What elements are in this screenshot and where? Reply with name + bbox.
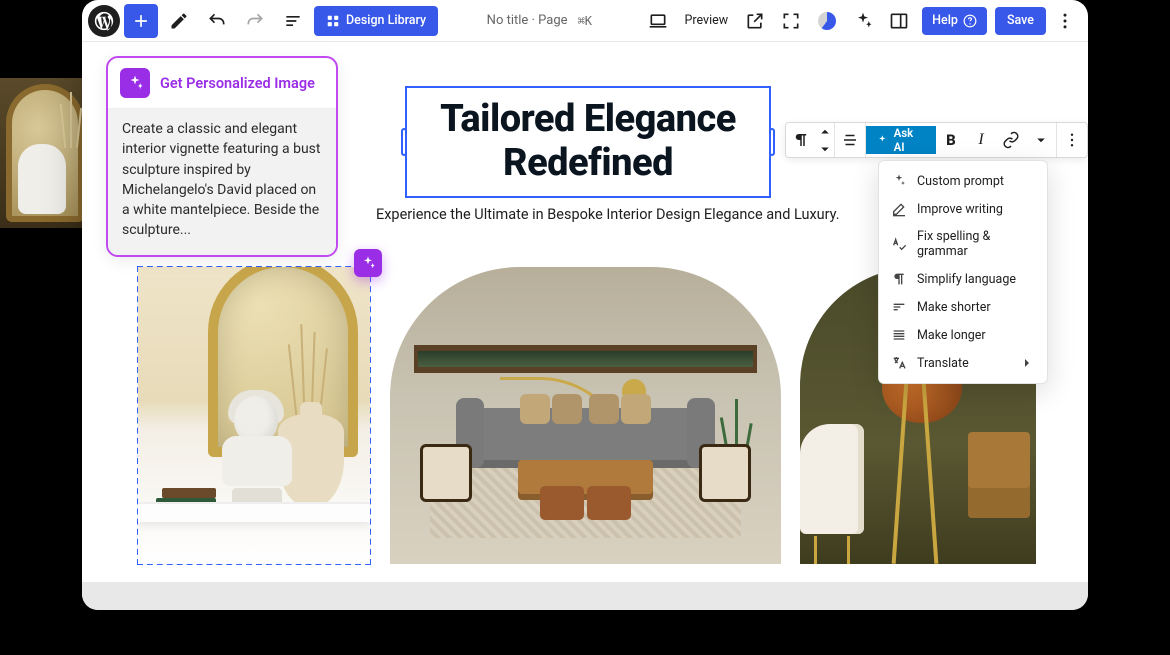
sparkle-icon <box>891 173 907 189</box>
image-block-1[interactable] <box>138 267 370 564</box>
link-button[interactable] <box>996 123 1026 157</box>
personalized-image-popover: Get Personalized Image Create a classic … <box>106 56 338 257</box>
topbar: Design Library No title · Page ⌘K Previe… <box>82 0 1088 42</box>
command-shortcut: ⌘K <box>578 14 592 28</box>
editor-canvas: Tailored Elegance Redefined Experience t… <box>82 42 1088 582</box>
popover-sparkle-icon <box>120 68 150 98</box>
sparkle-icon <box>126 74 144 92</box>
preview-button[interactable]: Preview <box>677 6 737 36</box>
resize-handle-left[interactable] <box>401 128 407 156</box>
ai-item-translate[interactable]: Translate <box>879 349 1047 377</box>
ai-item-custom-prompt[interactable]: Custom prompt <box>879 167 1047 195</box>
align-button[interactable] <box>835 123 865 157</box>
document-title: No title · Page <box>487 13 568 28</box>
redo-button[interactable] <box>238 4 272 38</box>
editor-footer <box>82 582 1088 610</box>
block-type-button[interactable] <box>786 123 816 157</box>
external-link-icon <box>745 11 765 31</box>
save-button[interactable]: Save <box>995 7 1046 35</box>
block-toolbar: Ask AI B I <box>785 122 1088 158</box>
sidebar-toggle-button[interactable] <box>882 4 916 38</box>
popover-title: Get Personalized Image <box>160 75 315 92</box>
ai-image-button[interactable] <box>354 249 382 277</box>
paragraph-icon <box>792 131 810 149</box>
longer-icon <box>891 327 907 343</box>
chevron-down-icon <box>816 140 834 158</box>
more-format-button[interactable] <box>1026 123 1056 157</box>
add-block-button[interactable] <box>124 4 158 38</box>
editor-window: Design Library No title · Page ⌘K Previe… <box>82 0 1088 610</box>
chevron-up-icon <box>816 123 834 141</box>
progress-button[interactable] <box>810 4 844 38</box>
paragraph-icon <box>891 271 907 287</box>
ai-dropdown-menu: Custom prompt Improve writing Fix spelli… <box>878 160 1048 384</box>
library-icon <box>326 14 340 28</box>
help-button[interactable]: Help <box>922 7 987 35</box>
image-1-content <box>138 267 370 564</box>
wordpress-icon <box>93 10 115 32</box>
pencil-line-icon <box>891 201 907 217</box>
help-icon <box>963 14 977 28</box>
align-icon <box>841 131 859 149</box>
redo-icon <box>245 11 265 31</box>
ai-item-longer[interactable]: Make longer <box>879 321 1047 349</box>
sparkle-icon <box>853 11 873 31</box>
more-options-button[interactable] <box>1048 4 1082 38</box>
undo-icon <box>207 11 227 31</box>
document-title-area[interactable]: No title · Page ⌘K <box>442 13 636 28</box>
bold-button[interactable]: B <box>936 123 966 157</box>
ai-sparkle-button[interactable] <box>846 4 880 38</box>
kebab-icon <box>1063 131 1081 149</box>
shorter-icon <box>891 299 907 315</box>
italic-button[interactable]: I <box>966 123 996 157</box>
fullscreen-button[interactable] <box>774 4 808 38</box>
link-icon <box>1002 131 1020 149</box>
chevron-down-icon <box>1032 131 1050 149</box>
ai-item-improve-writing[interactable]: Improve writing <box>879 195 1047 223</box>
sparkle-icon <box>360 255 376 271</box>
spellcheck-icon <box>891 236 907 252</box>
design-library-label: Design Library <box>346 13 426 28</box>
external-thumbnail <box>0 78 90 228</box>
popover-prompt-text[interactable]: Create a classic and elegant interior vi… <box>108 108 336 255</box>
pencil-icon <box>169 11 189 31</box>
block-more-button[interactable] <box>1057 123 1087 157</box>
image-2-content <box>390 267 781 564</box>
heading-block[interactable]: Tailored Elegance Redefined <box>405 86 771 198</box>
view-page-button[interactable] <box>738 4 772 38</box>
chevron-right-icon <box>1019 355 1035 371</box>
move-up-button[interactable] <box>816 123 834 140</box>
undo-button[interactable] <box>200 4 234 38</box>
translate-icon <box>891 355 907 371</box>
fullscreen-icon <box>781 11 801 31</box>
laptop-icon <box>648 11 668 31</box>
ai-item-fix-spelling[interactable]: Fix spelling & grammar <box>879 223 1047 265</box>
globe-icon <box>818 12 836 30</box>
document-overview-button[interactable] <box>276 4 310 38</box>
resize-handle-right[interactable] <box>769 128 775 156</box>
panel-icon <box>889 11 909 31</box>
ai-item-simplify[interactable]: Simplify language <box>879 265 1047 293</box>
desktop-preview-button[interactable] <box>641 4 675 38</box>
plus-icon <box>131 11 151 31</box>
heading-text[interactable]: Tailored Elegance Redefined <box>415 98 761 185</box>
image-block-2[interactable] <box>390 267 781 564</box>
edit-mode-button[interactable] <box>162 4 196 38</box>
sparkle-icon <box>876 134 889 147</box>
ai-item-shorter[interactable]: Make shorter <box>879 293 1047 321</box>
wordpress-logo[interactable] <box>88 5 120 37</box>
kebab-icon <box>1055 11 1075 31</box>
design-library-button[interactable]: Design Library <box>314 6 438 36</box>
subtitle-text[interactable]: Experience the Ultimate in Bespoke Inter… <box>376 206 840 223</box>
ask-ai-button[interactable]: Ask AI <box>866 126 936 154</box>
move-down-button[interactable] <box>816 140 834 157</box>
list-icon <box>283 11 303 31</box>
